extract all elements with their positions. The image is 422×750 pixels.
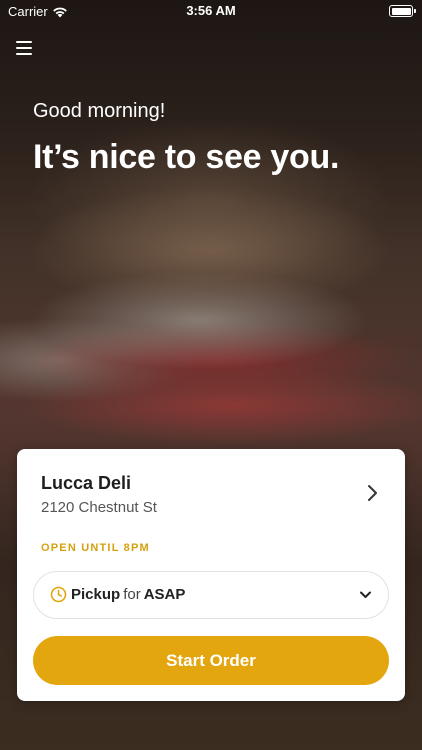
chevron-down-icon	[360, 591, 371, 598]
chevron-right-icon	[368, 485, 377, 501]
store-address: 2120 Chestnut St	[41, 499, 157, 516]
pickup-summary: Pickup for ASAP	[71, 586, 185, 603]
pickup-time-select[interactable]: Pickup for ASAP	[33, 571, 389, 619]
store-row[interactable]: Lucca Deli 2120 Chestnut St	[17, 449, 405, 529]
headline-text: It’s nice to see you.	[33, 138, 340, 176]
status-bar: Carrier 3:56 AM	[0, 0, 422, 22]
status-time: 3:56 AM	[186, 3, 236, 18]
clock-icon	[50, 586, 67, 603]
greeting-text: Good morning!	[33, 100, 166, 122]
store-card: Lucca Deli 2120 Chestnut St OPEN UNTIL 8…	[17, 449, 405, 701]
open-status: OPEN UNTIL 8PM	[41, 542, 150, 554]
store-name: Lucca Deli	[41, 473, 132, 493]
order-connector: for	[123, 586, 141, 603]
menu-button[interactable]	[14, 38, 36, 58]
start-order-button[interactable]: Start Order	[33, 636, 389, 685]
order-mode: Pickup	[71, 586, 121, 603]
battery-icon	[389, 5, 416, 17]
order-time: ASAP	[143, 586, 186, 603]
